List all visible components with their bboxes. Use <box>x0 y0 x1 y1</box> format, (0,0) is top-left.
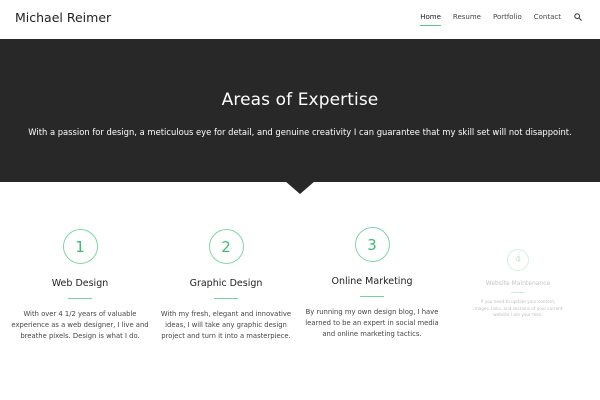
hero-subtitle: With a passion for design, a meticulous … <box>28 127 572 137</box>
step-number-badge: 3 <box>354 227 390 262</box>
hero-title: Areas of Expertise <box>221 90 379 110</box>
nav-home[interactable]: Home <box>420 13 441 26</box>
expertise-title: Website Maintenance <box>485 280 551 287</box>
site-header: Michael Reimer Home Resume Portfolio Con… <box>0 0 600 39</box>
step-number-badge: 2 <box>208 229 244 264</box>
expertise-title: Web Design <box>51 278 109 289</box>
expertise-title: Online Marketing <box>331 276 413 287</box>
search-icon[interactable] <box>574 13 582 21</box>
nav-contact[interactable]: Contact <box>534 13 561 21</box>
title-divider <box>360 296 384 297</box>
expertise-item-graphic-design: 2 Graphic Design With my fresh, elegant … <box>156 229 296 342</box>
title-divider <box>214 298 238 299</box>
expertise-description: By running my own design blog, I have le… <box>305 308 439 338</box>
hero-section: Areas of Expertise With a passion for de… <box>0 39 600 182</box>
nav-portfolio[interactable]: Portfolio <box>493 13 522 21</box>
step-number-badge: 4 <box>507 249 529 271</box>
step-number-badge: 1 <box>62 229 98 264</box>
expertise-title: Graphic Design <box>189 278 263 289</box>
expertise-item-website-maintenance: 4 Website Maintenance If you need to upd… <box>473 249 563 319</box>
nav-resume[interactable]: Resume <box>453 13 481 21</box>
title-divider <box>68 298 92 299</box>
expertise-description: If you need to update your content, imag… <box>473 299 563 317</box>
title-divider <box>511 292 525 293</box>
hero-pointer <box>285 181 315 194</box>
expertise-item-web-design: 1 Web Design With over 4 1/2 years of va… <box>10 229 150 342</box>
expertise-description: With over 4 1/2 years of valuable experi… <box>11 310 149 340</box>
main-nav: Home Resume Portfolio Contact <box>408 13 582 26</box>
site-brand[interactable]: Michael Reimer <box>15 10 111 25</box>
expertise-item-online-marketing: 3 Online Marketing By running my own des… <box>302 227 442 340</box>
expertise-description: With my fresh, elegant and innovative id… <box>160 310 292 340</box>
